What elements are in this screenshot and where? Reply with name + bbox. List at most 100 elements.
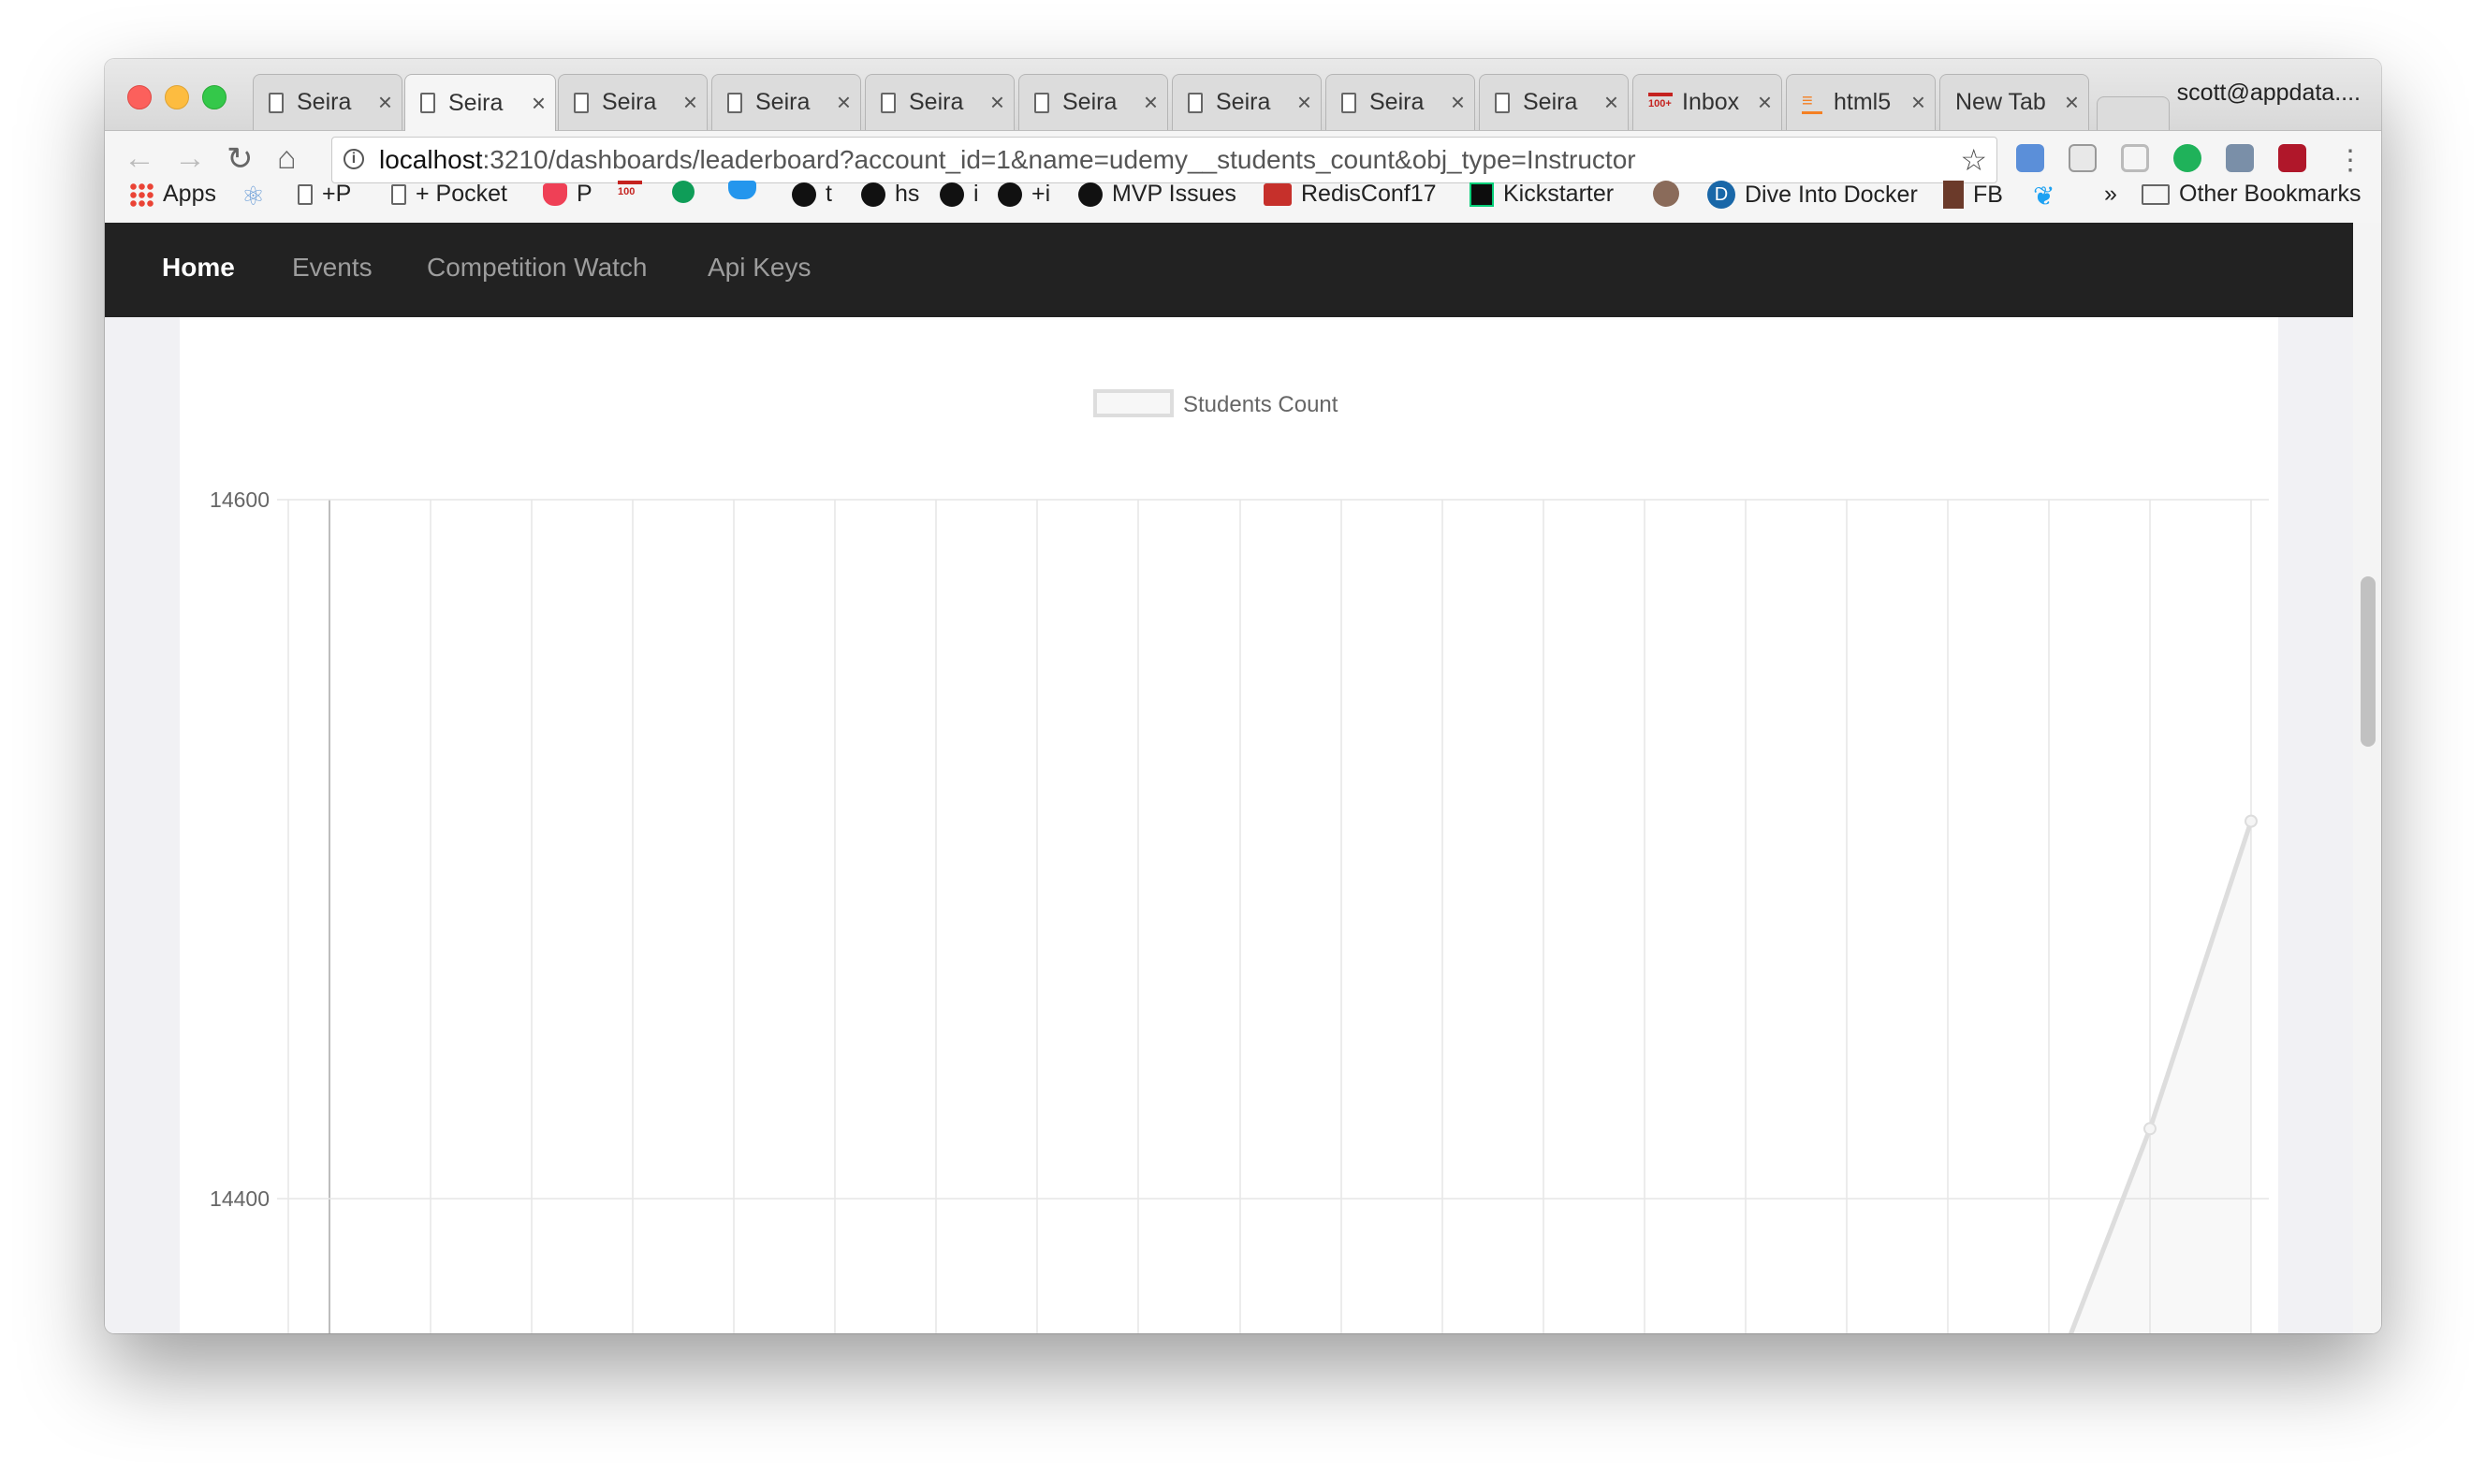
nav-events[interactable]: Events: [292, 253, 373, 283]
data-point: [2245, 814, 2258, 828]
tab-8[interactable]: Seira ×: [1325, 74, 1475, 130]
back-arrow-icon[interactable]: ←: [124, 140, 155, 177]
bookmark-plus-p[interactable]: +P: [298, 181, 351, 208]
close-icon[interactable]: ×: [1451, 88, 1465, 117]
app-navbar: Home Events Competition Watch Api Keys: [105, 223, 2353, 317]
menu-icon[interactable]: ⋮: [2336, 144, 2364, 177]
bookmark-avatar[interactable]: [1653, 181, 1689, 207]
close-icon[interactable]: ×: [2065, 88, 2079, 117]
zoom-window-button[interactable]: [202, 85, 227, 109]
bookmark-mvp-issues[interactable]: MVP Issues: [1078, 181, 1236, 208]
tab-5[interactable]: Seira ×: [865, 74, 1015, 130]
tab-3[interactable]: Seira ×: [558, 74, 708, 130]
forward-arrow-icon[interactable]: →: [174, 140, 206, 177]
hangouts-icon: [672, 181, 695, 203]
nav-competition-watch[interactable]: Competition Watch: [427, 253, 648, 283]
students-count-chart: 14600 14400 Students Count: [210, 389, 2269, 1333]
bookmark-pocket-add[interactable]: + Pocket: [391, 181, 507, 208]
tab-2-active[interactable]: Seira ×: [404, 74, 556, 131]
tab-strip: Seira × Seira × Seira × Seira × Seira × …: [105, 59, 2381, 131]
folder-icon: [2142, 183, 2170, 205]
bookmark-github-plus-i[interactable]: +i: [998, 181, 1050, 208]
new-tab-button[interactable]: [2097, 96, 2170, 130]
close-icon[interactable]: ×: [532, 89, 546, 118]
close-icon[interactable]: ×: [1758, 88, 1772, 117]
document-icon: [881, 92, 896, 113]
tab-gmail-inbox[interactable]: 100+ Inbox ×: [1632, 74, 1782, 130]
tab-stackoverflow[interactable]: ≡ html5 ×: [1786, 74, 1936, 130]
extension-4-icon[interactable]: [2226, 144, 2254, 172]
bookmark-docker[interactable]: [728, 181, 766, 199]
bookmark-twitter[interactable]: ❦: [2033, 181, 2064, 211]
twitter-icon: ❦: [2033, 182, 2055, 211]
profile-name[interactable]: scott@appdata....: [2177, 80, 2361, 107]
bookmarks-overflow[interactable]: »: [2104, 181, 2117, 208]
scrollbar-thumb[interactable]: [2361, 576, 2376, 747]
close-icon[interactable]: ×: [1144, 88, 1158, 117]
stackoverflow-icon: ≡: [1802, 92, 1822, 114]
bookmark-pocket[interactable]: P: [543, 181, 592, 208]
info-icon[interactable]: i: [344, 149, 364, 169]
bookmark-gmail[interactable]: 100: [618, 181, 651, 201]
github-icon: [1078, 182, 1103, 207]
legend-swatch: [1093, 389, 1174, 417]
close-icon[interactable]: ×: [683, 88, 697, 117]
ublock-icon[interactable]: [2278, 144, 2306, 172]
tab-9[interactable]: Seira ×: [1479, 74, 1629, 130]
bookmark-kickstarter[interactable]: Kickstarter: [1470, 181, 1614, 208]
bookmark-github-hs[interactable]: hs: [861, 181, 919, 208]
gmail-icon: 100: [618, 181, 642, 201]
minimize-window-button[interactable]: [165, 85, 189, 109]
extension-green-icon[interactable]: [2173, 144, 2201, 172]
close-window-button[interactable]: [127, 85, 152, 109]
tab-4[interactable]: Seira ×: [711, 74, 861, 130]
close-icon[interactable]: ×: [1911, 88, 1925, 117]
nav-api-keys[interactable]: Api Keys: [708, 253, 812, 283]
document-icon: [1495, 92, 1510, 113]
bookmark-fb[interactable]: FB: [1943, 181, 2003, 209]
github-icon: [940, 182, 964, 207]
home-icon[interactable]: ⌂: [277, 140, 297, 177]
page-content: Home Events Competition Watch Api Keys 1…: [105, 223, 2381, 1333]
atom-icon: ⚛: [241, 182, 266, 211]
tab-1[interactable]: Seira ×: [253, 74, 402, 130]
pocket-icon: [543, 182, 567, 206]
close-icon[interactable]: ×: [1604, 88, 1618, 117]
bookmark-redisconf[interactable]: RedisConf17: [1264, 181, 1437, 208]
bookmark-github-t[interactable]: t: [792, 181, 832, 208]
docker-icon: [728, 181, 756, 199]
tab-6[interactable]: Seira ×: [1018, 74, 1168, 130]
apps-grid-icon: [129, 182, 154, 207]
bookmark-dive-into-docker[interactable]: D Dive Into Docker: [1707, 181, 1918, 209]
tab-new-tab[interactable]: New Tab ×: [1939, 74, 2089, 130]
dive-into-docker-icon: D: [1707, 181, 1735, 209]
github-icon: [792, 182, 816, 207]
tab-7[interactable]: Seira ×: [1172, 74, 1322, 130]
document-icon: [1188, 92, 1203, 113]
document-icon: [391, 183, 406, 205]
reddit-icon[interactable]: [2069, 144, 2097, 172]
bookmark-hangouts[interactable]: [672, 181, 704, 203]
github-icon: [998, 182, 1022, 207]
document-icon: [420, 93, 435, 113]
github-icon: [861, 182, 885, 207]
cast-icon[interactable]: [2121, 144, 2149, 172]
document-icon: [1341, 92, 1356, 113]
close-icon[interactable]: ×: [837, 88, 851, 117]
close-icon[interactable]: ×: [990, 88, 1004, 117]
extension-1-icon[interactable]: [2016, 144, 2044, 172]
bookmark-github-i[interactable]: i: [940, 181, 979, 208]
document-icon: [269, 92, 284, 113]
bookmark-apps[interactable]: Apps: [129, 181, 216, 208]
data-point: [2143, 1122, 2157, 1136]
other-bookmarks[interactable]: Other Bookmarks: [2142, 181, 2362, 208]
close-icon[interactable]: ×: [1297, 88, 1311, 117]
reload-icon[interactable]: ↻: [227, 140, 254, 178]
close-icon[interactable]: ×: [378, 88, 392, 117]
nav-home[interactable]: Home: [162, 253, 235, 283]
scrollbar[interactable]: [2353, 223, 2381, 1333]
browser-window: Seira × Seira × Seira × Seira × Seira × …: [105, 59, 2381, 1333]
document-icon: [1034, 92, 1049, 113]
chart-panel: 14600 14400 Students Count: [180, 317, 2278, 1333]
bookmark-atom[interactable]: ⚛: [241, 181, 274, 211]
